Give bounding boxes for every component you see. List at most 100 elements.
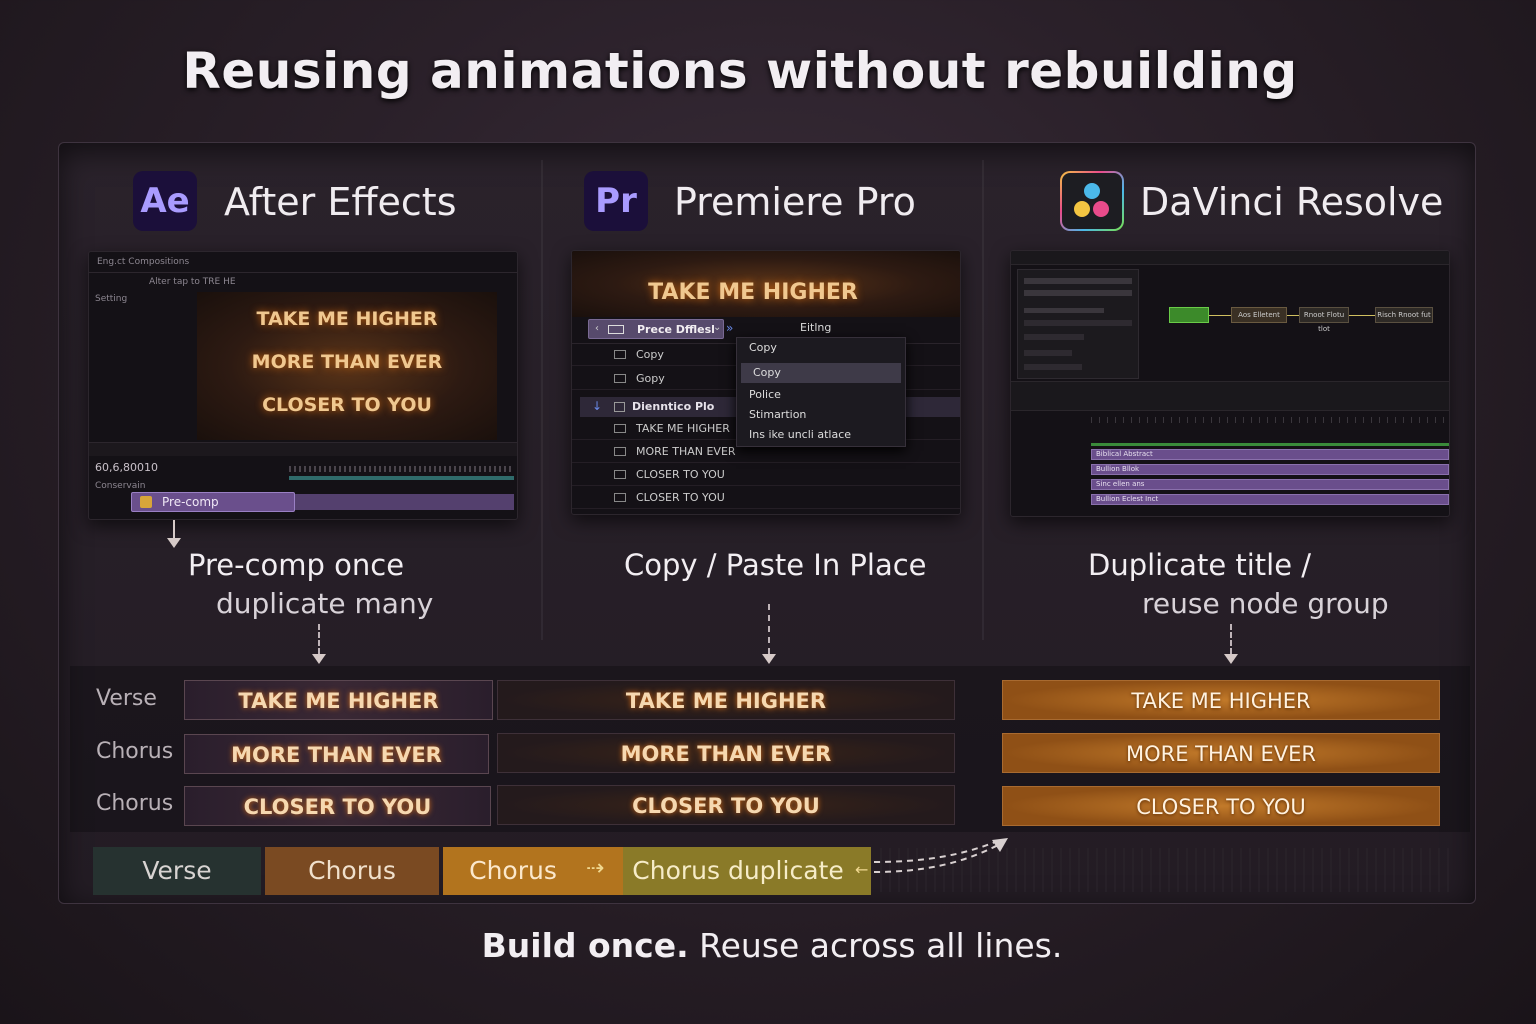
timeline-segment-chorus-duplicate[interactable]: Chorus duplicate — [623, 847, 871, 895]
chevron-left-icon: ‹ — [595, 323, 599, 334]
ae-side-label: Setting — [95, 294, 128, 304]
precomp-icon — [140, 496, 152, 508]
ae-precomp-layer[interactable]: Pre-comp — [131, 492, 295, 512]
ae-line-2: MORE THAN EVER — [251, 351, 443, 373]
ae-toolbar — [89, 442, 517, 456]
arrow-left-icon: ← — [855, 860, 869, 879]
davinci-resolve-title: DaVinci Resolve — [1140, 180, 1444, 224]
menu-item-copy[interactable]: Copy — [741, 363, 901, 383]
column-divider — [982, 160, 984, 640]
pr-preview-title: TAKE ME HIGHER — [648, 280, 858, 305]
dv-clip[interactable]: Sinc ellen ans — [1091, 479, 1449, 490]
dv-clip[interactable]: Bullion Eclest Inct — [1091, 494, 1449, 505]
logo-dot — [1084, 183, 1100, 199]
ae-layer-header: Conservain — [95, 481, 146, 491]
dashed-connector — [768, 604, 770, 654]
ae-lyric-clip[interactable]: CLOSER TO YOU — [184, 786, 491, 826]
dv-node[interactable]: Aos Elletent — [1231, 307, 1287, 323]
down-arrow-icon — [167, 538, 181, 548]
down-arrow-icon — [1224, 654, 1238, 664]
dv-node[interactable]: Rnoot Flotu tlot — [1299, 307, 1349, 333]
davinci-screenshot: Aos Elletent Rnoot Flotu tlot Risch Rnoo… — [1010, 250, 1450, 517]
clip-icon — [608, 325, 624, 334]
timeline-segment-chorus[interactable]: Chorus — [265, 847, 439, 895]
pr-bin-name: Dienntico Plo — [632, 400, 715, 413]
dv-clip[interactable]: Bullion Bllok — [1091, 464, 1449, 475]
after-effects-title: After Effects — [224, 180, 457, 224]
ae-lyric-clip[interactable]: MORE THAN EVER — [184, 734, 489, 774]
ae-work-area — [289, 476, 514, 480]
ae-line-1: TAKE ME HIGHER — [256, 308, 438, 330]
down-arrow-icon — [312, 654, 326, 664]
clip-icon — [614, 374, 626, 383]
dv-node-input[interactable] — [1169, 307, 1209, 323]
title-icon — [614, 493, 626, 502]
pr-clip-label: Prece Dfflesl — [637, 323, 715, 336]
ae-caption-2: duplicate many — [216, 587, 434, 620]
dv-ruler[interactable] — [1091, 417, 1449, 423]
headline: Reusing animations without rebuilding — [182, 42, 1298, 100]
ae-layer-bar[interactable] — [295, 494, 514, 510]
dv-lyric-clip[interactable]: CLOSER TO YOU — [1002, 786, 1440, 826]
dv-caption-2: reuse node group — [1142, 587, 1389, 620]
ae-lyric-clip[interactable]: TAKE ME HIGHER — [184, 680, 493, 720]
tagline: Build once. Reuse across all lines. — [0, 926, 1536, 965]
dv-caption-1: Duplicate title / — [1088, 548, 1312, 582]
logo-dot — [1074, 201, 1090, 217]
menu-item-copy-header[interactable]: Copy — [737, 338, 903, 358]
down-arrow-shaft — [173, 520, 175, 540]
title-icon — [614, 424, 626, 433]
dv-lyric-clip[interactable]: MORE THAN EVER — [1002, 733, 1440, 773]
title-icon — [614, 470, 626, 479]
dashed-connector — [318, 624, 320, 654]
dv-clip[interactable]: Biblical Abstract — [1091, 449, 1449, 460]
menu-item-stimartion[interactable]: Stimartion — [737, 405, 903, 425]
tagline-bold: Build once. — [481, 926, 689, 965]
dv-node[interactable]: Risch Rnoot fut — [1375, 307, 1433, 323]
chevron-down-icon: ⌄ — [713, 322, 722, 333]
logo-dot — [1093, 201, 1109, 217]
ae-comp-tab[interactable]: Alter tap to TRE HE — [149, 277, 236, 287]
dashed-connector — [1230, 624, 1232, 654]
timeline-segment-verse[interactable]: Verse — [93, 847, 261, 895]
down-arrow-icon — [762, 654, 776, 664]
dv-video-track-bar — [1091, 443, 1449, 446]
row-label-chorus: Chorus — [96, 791, 174, 816]
tagline-rest: Reuse across all lines. — [699, 926, 1063, 965]
davinci-resolve-logo — [1060, 171, 1124, 231]
after-effects-logo: Ae — [133, 171, 197, 231]
pr-program-monitor: TAKE ME HIGHER — [572, 251, 960, 317]
dv-lyric-clip[interactable]: TAKE ME HIGHER — [1002, 680, 1440, 720]
premiere-screenshot: TAKE ME HIGHER ‹ Prece Dfflesl ⌄ » Eitln… — [571, 250, 961, 515]
menu-item-paste-in-place[interactable]: Ins ike uncli atlace — [737, 425, 903, 445]
pr-bin-item[interactable]: CLOSER TO YOU — [572, 463, 960, 486]
pr-caption: Copy / Paste In Place — [624, 548, 927, 582]
dv-toolbar — [1011, 381, 1449, 411]
ae-caption-1: Pre-comp once — [188, 548, 405, 582]
premiere-pro-title: Premiere Pro — [674, 180, 916, 224]
premiere-pro-logo: Pr — [584, 171, 648, 231]
row-label-chorus: Chorus — [96, 739, 174, 764]
title-icon — [614, 447, 626, 456]
ae-panel-title: Eng.ct Compositions — [97, 257, 190, 267]
menu-item-police[interactable]: Police — [737, 385, 903, 405]
forward-icon[interactable]: » — [726, 321, 733, 335]
down-arrow-icon: ↓ — [592, 399, 603, 413]
row-label-verse: Verse — [96, 686, 157, 711]
ae-line-3: CLOSER TO YOU — [262, 394, 432, 416]
bin-icon — [614, 402, 625, 412]
column-divider — [541, 160, 543, 640]
ae-time-ruler[interactable] — [289, 466, 514, 472]
ae-layer-name: Pre-comp — [162, 495, 219, 509]
pr-lyric-clip[interactable]: MORE THAN EVER — [497, 733, 955, 773]
ae-timecode[interactable]: 60,6,80010 — [95, 461, 158, 474]
after-effects-screenshot: Eng.ct Compositions Alter tap to TRE HE … — [88, 251, 518, 520]
clip-icon — [614, 350, 626, 359]
dv-inspector-panel — [1017, 269, 1139, 379]
pr-editing-label: Eitlng — [800, 321, 832, 334]
pr-lyric-clip[interactable]: CLOSER TO YOU — [497, 785, 955, 825]
curved-arrow-icon — [873, 838, 1008, 873]
pr-clip-selector[interactable]: ‹ Prece Dfflesl ⌄ — [588, 319, 724, 339]
pr-bin-item[interactable]: CLOSER TO YOU — [572, 486, 960, 509]
pr-lyric-clip[interactable]: TAKE ME HIGHER — [497, 680, 955, 720]
